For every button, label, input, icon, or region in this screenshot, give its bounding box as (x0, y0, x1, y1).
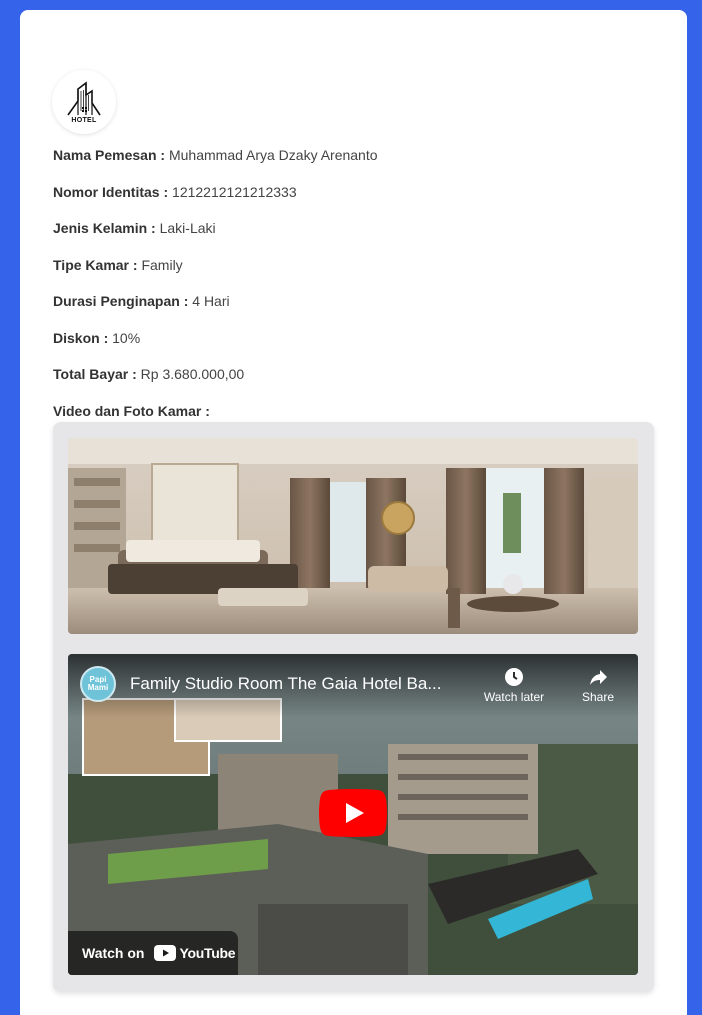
share-label: Share (581, 690, 615, 704)
media-panel: Papi Mami Family Studio Room The Gaia Ho… (53, 422, 654, 992)
play-icon[interactable] (319, 789, 387, 837)
label-tipe-kamar: Tipe Kamar (53, 256, 129, 273)
value-nomor-identitas: 1212212121212333 (172, 183, 297, 200)
value-durasi: 4 Hari (192, 293, 230, 309)
row-tipe-kamar: Tipe Kamar : Family (53, 255, 653, 292)
separator: : (129, 256, 142, 273)
value-nama-pemesan: Muhammad Arya Dzaky Arenanto (168, 147, 378, 163)
watch-on-label: Watch on (82, 945, 145, 961)
separator: : (128, 366, 141, 382)
row-nama-pemesan: Nama Pemesan : Muhammad Arya Dzaky Arena… (53, 145, 653, 182)
label-diskon: Diskon (53, 329, 100, 346)
video-embed[interactable]: Papi Mami Family Studio Room The Gaia Ho… (68, 654, 638, 975)
watch-later-button[interactable]: Watch later (474, 666, 554, 704)
separator: : (179, 293, 193, 309)
separator: : (147, 220, 160, 236)
value-total: Rp 3.680.000,00 (140, 366, 245, 382)
value-jenis-kelamin: Laki-Laki (159, 220, 216, 236)
room-photo (68, 438, 638, 634)
youtube-wordmark: YouTube (179, 945, 236, 961)
share-button[interactable]: Share (558, 666, 638, 704)
separator: : (156, 147, 169, 163)
booking-card: HOTEL Nama Pemesan : Muhammad Arya Dzaky… (20, 10, 687, 1015)
youtube-logo: YouTube (154, 945, 236, 961)
logo-text: HOTEL (71, 116, 97, 124)
watch-on-youtube-button[interactable]: Watch on YouTube (68, 931, 238, 975)
row-total: Total Bayar : Rp 3.680.000,00 (53, 364, 653, 401)
booking-details: Nama Pemesan : Muhammad Arya Dzaky Arena… (53, 145, 653, 437)
row-durasi: Durasi Penginapan : 4 Hari (53, 291, 653, 328)
clock-icon (505, 668, 523, 686)
room-photo-image (68, 438, 638, 634)
hotel-building-icon (67, 80, 101, 115)
row-diskon: Diskon : 10% (53, 328, 653, 365)
row-jenis-kelamin: Jenis Kelamin : Laki-Laki (53, 218, 653, 255)
value-diskon: 10% (112, 329, 141, 346)
label-nomor-identitas: Nomor Identitas (53, 183, 160, 200)
label-jenis-kelamin: Jenis Kelamin (53, 220, 148, 236)
youtube-icon (154, 945, 177, 961)
hotel-logo: HOTEL (52, 70, 116, 134)
separator: : (159, 183, 173, 200)
video-title[interactable]: Family Studio Room The Gaia Hotel Ba... (130, 674, 442, 694)
watch-later-label: Watch later (483, 690, 545, 704)
label-durasi: Durasi Penginapan (53, 293, 180, 309)
label-total: Total Bayar (53, 366, 129, 382)
row-nomor-identitas: Nomor Identitas : 1212212121212333 (53, 182, 653, 219)
share-arrow-icon (590, 670, 607, 685)
value-tipe-kamar: Family (141, 256, 183, 273)
channel-avatar[interactable]: Papi Mami (80, 666, 116, 702)
media-label: Video dan Foto Kamar : (53, 402, 210, 419)
video-header: Papi Mami Family Studio Room The Gaia Ho… (68, 654, 638, 718)
separator: : (99, 329, 113, 346)
label-nama-pemesan: Nama Pemesan (53, 147, 157, 163)
